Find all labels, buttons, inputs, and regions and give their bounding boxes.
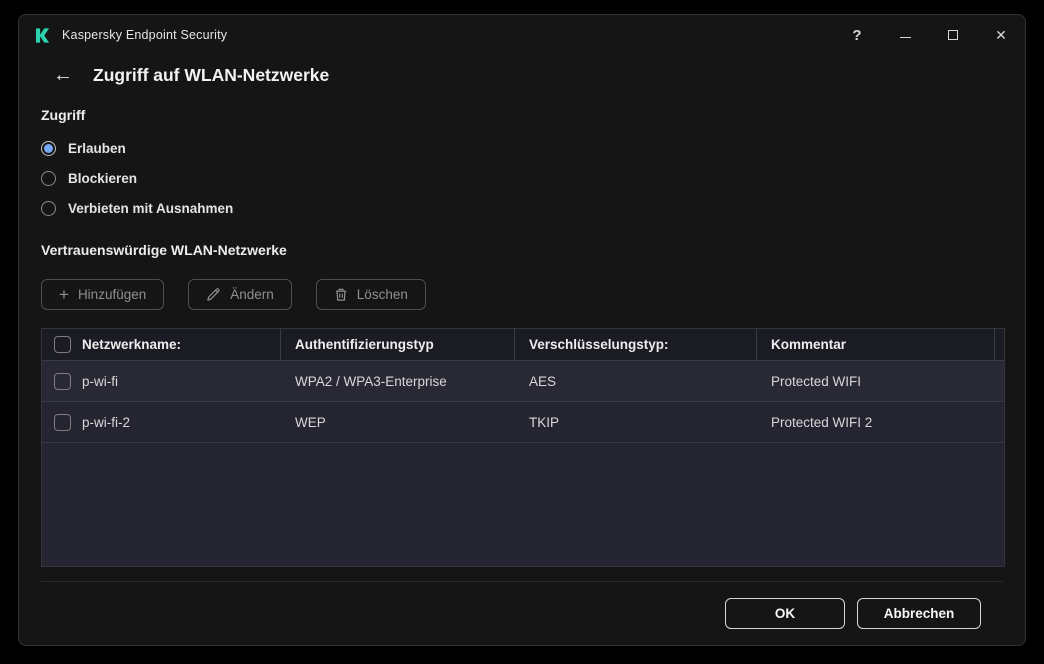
cell-comment: Protected WIFI — [771, 373, 862, 389]
radio-icon — [41, 170, 56, 186]
select-all-checkbox[interactable] — [54, 336, 71, 353]
minimize-icon — [899, 36, 911, 38]
access-section-label: Zugriff — [41, 107, 86, 123]
radio-option-verbieten-mit-ausnahmen[interactable]: Verbieten mit Ausnahmen — [41, 193, 1003, 223]
maximize-icon — [948, 30, 958, 40]
header-label: Netzwerkname: — [82, 337, 182, 352]
row-checkbox[interactable] — [54, 413, 71, 431]
back-arrow-icon[interactable]: ← — [53, 65, 73, 85]
footer-bar: OK Abbrechen — [41, 581, 1003, 645]
radio-option-blockieren[interactable]: Blockieren — [41, 163, 1003, 193]
app-window: Kaspersky Endpoint Security ? ✕ ← Zugrif… — [18, 14, 1026, 646]
add-button-label: Hinzufügen — [77, 287, 147, 302]
radio-label: Verbieten mit Ausnahmen — [68, 200, 234, 216]
cell-network-name: p-wi-fi — [82, 373, 118, 389]
table-row[interactable]: p-wi-fi WPA2 / WPA3-Enterprise AES Prote… — [42, 361, 1004, 402]
header-verschluesselungstyp[interactable]: Verschlüsselungstyp: — [515, 329, 757, 360]
cell-spacer — [995, 361, 1009, 401]
minimize-button[interactable] — [881, 15, 929, 55]
header-authentifizierungstyp[interactable]: Authentifizierungstyp — [281, 329, 515, 360]
cancel-button[interactable]: Abbrechen — [857, 598, 981, 629]
window-controls: ? ✕ — [833, 15, 1025, 55]
header-spacer — [995, 329, 1009, 360]
add-button[interactable]: + Hinzufügen — [41, 279, 165, 310]
radio-option-erlauben[interactable]: Erlauben — [41, 133, 1003, 163]
window-title: Kaspersky Endpoint Security — [62, 28, 228, 42]
close-button[interactable]: ✕ — [977, 15, 1025, 55]
page-content: Zugriff Erlauben Blockieren Verbieten mi… — [19, 89, 1025, 645]
edit-button-label: Ändern — [230, 287, 274, 302]
cell-auth-type: WPA2 / WPA3-Enterprise — [295, 373, 447, 389]
access-radio-group: Erlauben Blockieren Verbieten mit Ausnah… — [41, 133, 1003, 223]
cell-spacer — [995, 402, 1009, 442]
maximize-button[interactable] — [929, 15, 977, 55]
cell-encryption-type: TKIP — [529, 414, 560, 430]
trusted-networks-label: Vertrauenswürdige WLAN-Netzwerke — [41, 242, 287, 258]
radio-icon — [41, 140, 56, 156]
trusted-networks-toolbar: + Hinzufügen Ändern Löschen — [41, 279, 1003, 310]
ok-button[interactable]: OK — [725, 598, 845, 629]
plus-icon: + — [59, 285, 69, 304]
cell-auth-type: WEP — [295, 414, 326, 430]
edit-button[interactable]: Ändern — [188, 279, 292, 310]
header-netzwerkname[interactable]: Netzwerkname: — [42, 329, 281, 360]
page-title: Zugriff auf WLAN-Netzwerke — [93, 64, 330, 85]
table-header-row: Netzwerkname: Authentifizierungstyp Vers… — [42, 329, 1004, 361]
delete-button[interactable]: Löschen — [315, 279, 426, 310]
cell-comment: Protected WIFI 2 — [771, 414, 873, 430]
title-bar: Kaspersky Endpoint Security ? ✕ — [19, 15, 1025, 55]
cell-encryption-type: AES — [529, 373, 557, 389]
help-button[interactable]: ? — [833, 15, 881, 55]
cell-network-name: p-wi-fi-2 — [82, 414, 131, 430]
header-kommentar[interactable]: Kommentar — [757, 329, 995, 360]
radio-label: Erlauben — [68, 140, 126, 156]
delete-button-label: Löschen — [356, 287, 408, 302]
radio-label: Blockieren — [68, 170, 138, 186]
page-header: ← Zugriff auf WLAN-Netzwerke — [19, 61, 1025, 89]
row-checkbox[interactable] — [54, 372, 71, 390]
trash-icon — [335, 288, 346, 301]
radio-icon — [41, 200, 56, 216]
trusted-networks-table: Netzwerkname: Authentifizierungstyp Vers… — [41, 328, 1005, 567]
kaspersky-logo-icon — [35, 27, 50, 43]
pencil-icon — [207, 288, 220, 301]
table-row[interactable]: p-wi-fi-2 WEP TKIP Protected WIFI 2 — [42, 402, 1004, 443]
